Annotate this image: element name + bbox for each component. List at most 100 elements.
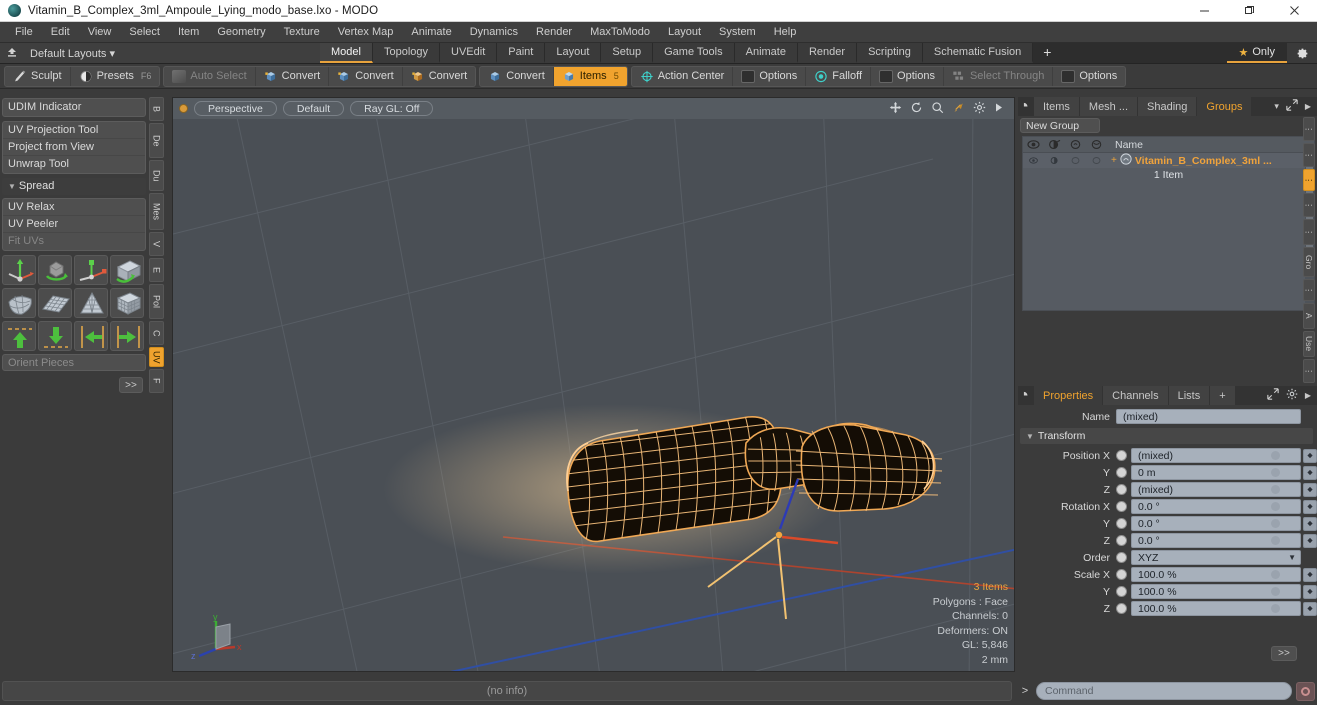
right-vtab-item-9[interactable]: ⋮ (1303, 359, 1315, 383)
properties-tab-lists[interactable]: Lists (1168, 386, 1211, 405)
row-wire-toggle[interactable] (1086, 156, 1107, 165)
right-vtab-item-6[interactable]: ⋮ (1303, 279, 1315, 301)
viewport-axis-gizmo[interactable]: y x z (189, 607, 249, 663)
export-layout-icon[interactable] (0, 46, 24, 61)
groups-tree[interactable]: Name + Vitamin_B_Complex_3ml ... 1 Item (1022, 136, 1315, 311)
left-vtab-e[interactable]: E (149, 257, 164, 282)
left-vtab-mes[interactable]: Mes (149, 193, 164, 230)
toolbar-button-convert-13[interactable]: Convert (403, 67, 476, 86)
panel-tab-groups[interactable]: Groups (1197, 97, 1253, 116)
left-vtab-pol[interactable]: Pol (149, 283, 164, 319)
menu-item-animate[interactable]: Animate (402, 22, 460, 43)
rotate-icon[interactable] (910, 101, 923, 117)
toolbar-button-action-center-30[interactable]: Action Center (632, 66, 734, 86)
table-row[interactable]: + Vitamin_B_Complex_3ml ... (1023, 153, 1314, 168)
tool-uv-relax[interactable]: UV Relax (3, 199, 145, 216)
3d-viewport[interactable]: Perspective Default Ray GL: Off y x z 3 … (172, 97, 1015, 672)
layout-tab-layout[interactable]: Layout (545, 43, 602, 63)
uv-axis-move-icon[interactable] (74, 255, 108, 285)
left-vtab-b[interactable]: B (149, 97, 164, 121)
uv-box-green-icon[interactable] (110, 255, 144, 285)
menu-item-texture[interactable]: Texture (275, 22, 329, 43)
expand-properties-button[interactable]: >> (1271, 646, 1297, 661)
properties-tab-add[interactable]: + (1210, 386, 1236, 405)
menu-item-item[interactable]: Item (169, 22, 208, 43)
layout-tab-animate[interactable]: Animate (734, 43, 798, 63)
lock-icon[interactable] (1065, 139, 1086, 150)
layout-tab-scripting[interactable]: Scripting (857, 43, 923, 63)
property-radio-y[interactable] (1116, 467, 1127, 478)
menu-item-select[interactable]: Select (120, 22, 169, 43)
left-vtab-du[interactable]: Du (149, 159, 164, 192)
settings-gear-icon[interactable] (1287, 43, 1317, 63)
groups-tree-row-name[interactable]: + Vitamin_B_Complex_3ml ... (1107, 153, 1272, 168)
property-field-rotation-x[interactable]: 0.0 ° (1131, 499, 1301, 514)
toolbar-button-convert-20[interactable]: Convert (480, 66, 554, 86)
menu-item-render[interactable]: Render (527, 22, 581, 43)
toolbar-button-options-33[interactable]: Options (871, 66, 944, 86)
property-field-z[interactable]: 0.0 ° (1131, 533, 1301, 548)
property-field-position-x[interactable]: (mixed) (1131, 448, 1301, 463)
layout-tab-game-tools[interactable]: Game Tools (653, 43, 735, 63)
panel-tabs-overflow-icon[interactable]: ▾ (1274, 101, 1279, 112)
toolbar-button-presets-01[interactable]: Presets F6 (71, 67, 160, 86)
tool-uv-peeler[interactable]: UV Peeler (3, 216, 145, 233)
layout-tab-render[interactable]: Render (797, 43, 858, 63)
property-field-reset-icon[interactable] (1271, 587, 1280, 596)
panel-tab-shading[interactable]: Shading (1138, 97, 1198, 116)
new-group-button[interactable]: New Group (1020, 118, 1100, 133)
close-button[interactable] (1272, 0, 1317, 22)
eye-icon[interactable] (1023, 139, 1044, 150)
left-vtab-uv[interactable]: UV (149, 346, 164, 368)
orient-pieces-field[interactable]: Orient Pieces (2, 354, 146, 371)
property-radio-rotation-x[interactable] (1116, 501, 1127, 512)
row-render-toggle[interactable] (1044, 156, 1065, 165)
layout-tab-topology[interactable]: Topology (372, 43, 441, 63)
viewport-gear-icon[interactable] (973, 101, 986, 117)
property-field-reset-icon[interactable] (1271, 502, 1280, 511)
render-icon[interactable] (1044, 139, 1065, 150)
layout-selector[interactable]: Default Layouts ▾ (0, 43, 320, 63)
tool-udim-indicator[interactable]: UDIM Indicator (3, 99, 145, 116)
property-field-y[interactable]: 0 m (1131, 465, 1301, 480)
tool-project-from-view[interactable]: Project from View (3, 139, 145, 156)
properties-gear-icon[interactable] (1286, 388, 1298, 403)
menu-item-system[interactable]: System (710, 22, 765, 43)
section-spread[interactable]: ▼ Spread (2, 178, 146, 195)
left-vtab-f[interactable]: F (149, 369, 164, 393)
uv-cone-grid-icon[interactable] (74, 288, 108, 318)
property-field-reset-icon[interactable] (1271, 468, 1280, 477)
toolbar-button-falloff-32[interactable]: Falloff (806, 66, 872, 86)
property-radio-y[interactable] (1116, 586, 1127, 597)
property-field-reset-icon[interactable] (1271, 604, 1280, 613)
layout-tab-setup[interactable]: Setup (601, 43, 654, 63)
zoom-icon[interactable] (931, 101, 944, 117)
left-vtab-c[interactable]: C (149, 320, 164, 345)
layout-tab-model[interactable]: Model (320, 43, 373, 63)
uv-cube-grid-icon[interactable] (110, 288, 144, 318)
tool-unwrap[interactable]: Unwrap Tool (3, 156, 145, 173)
layout-tab-schematic-fusion[interactable]: Schematic Fusion (922, 43, 1034, 63)
right-vtab-use[interactable]: Use (1303, 331, 1315, 357)
toolbar-button-options-35[interactable]: Options (1053, 67, 1125, 86)
menu-item-geometry[interactable]: Geometry (208, 22, 274, 43)
toolbar-button-items-21[interactable]: Items 5 (553, 66, 627, 86)
minimize-button[interactable] (1182, 0, 1227, 22)
property-field-reset-icon[interactable] (1271, 451, 1280, 460)
layout-tab-uvedit[interactable]: UVEdit (440, 43, 498, 63)
move-left-icon[interactable] (74, 321, 108, 351)
property-dropdown-order[interactable]: XYZ ▼ (1131, 550, 1301, 565)
menu-item-file[interactable]: File (6, 22, 42, 43)
menu-item-vertex-map[interactable]: Vertex Map (329, 22, 403, 43)
property-field-scale-x[interactable]: 100.0 % (1131, 567, 1301, 582)
uv-grid-plane-icon[interactable] (38, 288, 72, 318)
properties-tab-channels[interactable]: Channels (1103, 386, 1169, 405)
property-radio-z[interactable] (1116, 535, 1127, 546)
expand-left-panel-button[interactable]: >> (119, 377, 143, 393)
property-field-z[interactable]: (mixed) (1131, 482, 1301, 497)
move-icon[interactable] (889, 101, 902, 117)
move-right-icon[interactable] (110, 321, 144, 351)
row-lock-toggle[interactable] (1065, 156, 1086, 165)
right-vtab-item-3[interactable]: ⋮ (1303, 193, 1315, 217)
property-radio-position-x[interactable] (1116, 450, 1127, 461)
